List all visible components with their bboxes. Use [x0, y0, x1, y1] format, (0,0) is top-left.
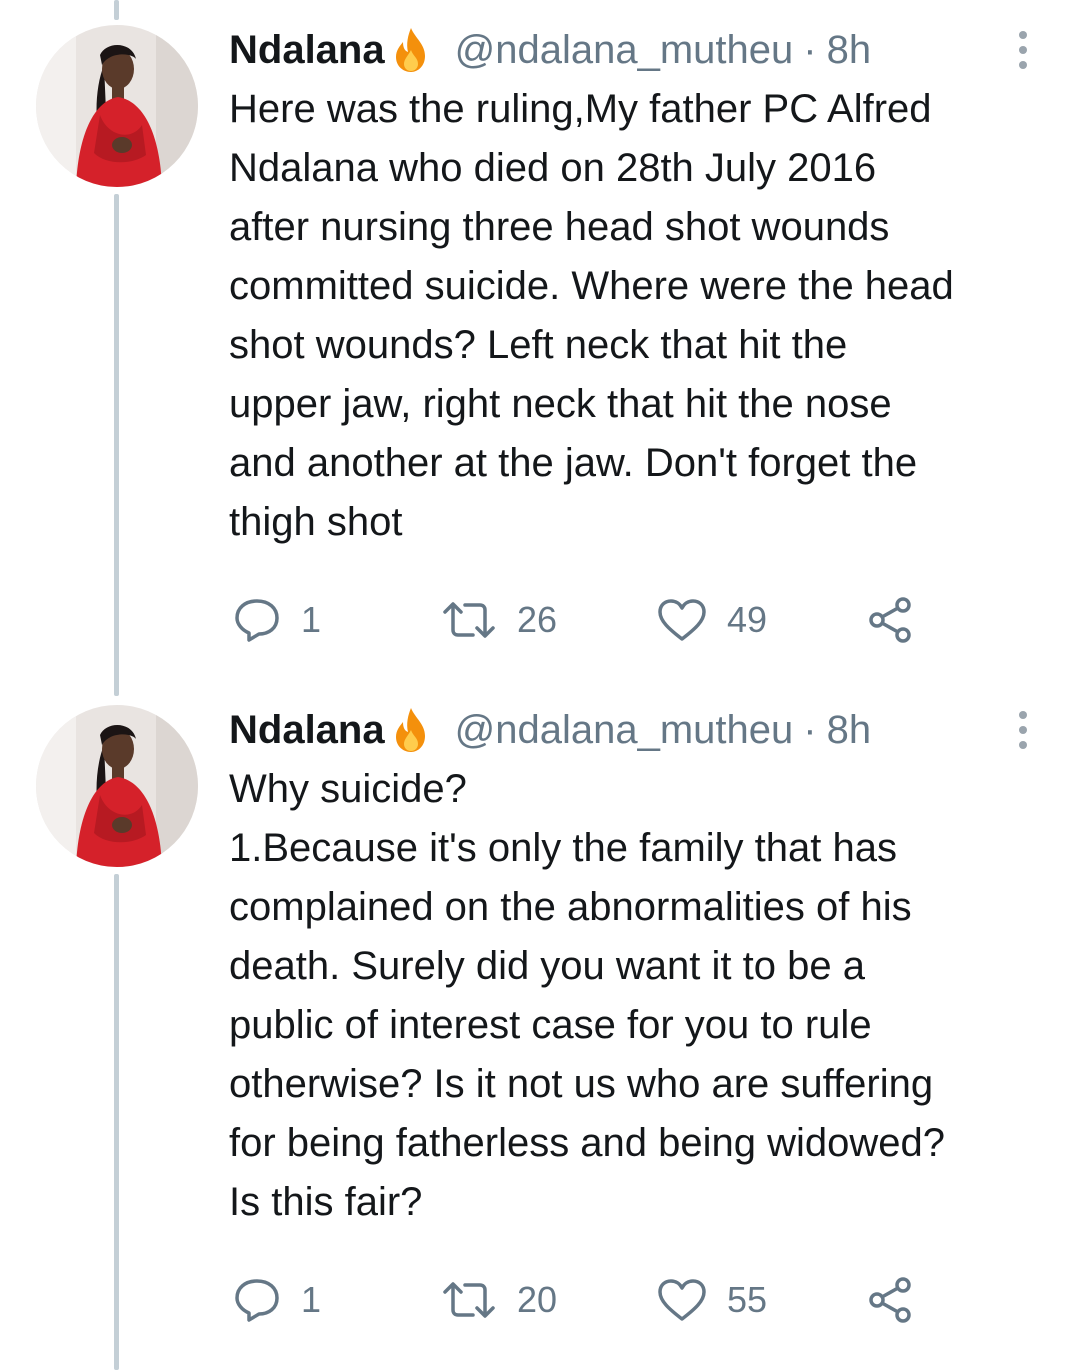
retweet-button[interactable]: 20 [441, 1270, 557, 1330]
fire-icon [395, 28, 425, 72]
tweet-thread: Ndalana @ndalana_mutheu · 8h Here was th… [0, 0, 1080, 1370]
timestamp[interactable]: 8h [827, 700, 872, 760]
tweet-header: Ndalana @ndalana_mutheu · 8h [229, 20, 1059, 80]
reply-icon [235, 1279, 279, 1322]
tweet-text-line: Here was the ruling,My father PC Alfred [229, 87, 932, 131]
avatar-image [36, 705, 198, 867]
tweet-text-line: and another at the jaw. Don't forget the [229, 441, 918, 485]
tweet-content: Ndalana @ndalana_mutheu · 8h Why suicide… [229, 700, 1059, 1330]
author-handle[interactable]: @ndalana_mutheu [455, 700, 794, 760]
share-icon [869, 1277, 911, 1323]
more-options-icon[interactable] [1017, 710, 1029, 750]
thread-connector-line [114, 194, 119, 696]
heart-icon [658, 599, 706, 641]
tweet-text-line: for being fatherless and being widowed? [229, 1121, 946, 1165]
avatar-image [36, 25, 198, 187]
tweet-text-line: otherwise? Is it not us who are sufferin… [229, 1062, 934, 1106]
avatar[interactable] [36, 705, 198, 867]
reply-count: 1 [301, 1279, 322, 1320]
tweet-header: Ndalana @ndalana_mutheu · 8h [229, 700, 1059, 760]
tweet-text-line: death. Surely did you want it to be a [229, 944, 865, 988]
avatar[interactable] [36, 25, 198, 187]
timestamp[interactable]: 8h [827, 20, 872, 80]
thread-connector-line [114, 0, 119, 20]
separator-dot: · [803, 28, 817, 72]
tweet-text-line: upper jaw, right neck that hit the nose [229, 382, 892, 426]
retweet-icon [443, 1282, 495, 1318]
tweet-text-line: thigh shot [229, 500, 403, 544]
tweet-content: Ndalana @ndalana_mutheu · 8h Here was th… [229, 20, 1059, 650]
author-name[interactable]: Ndalana [229, 700, 385, 760]
share-icon [869, 597, 911, 643]
reply-icon [235, 599, 279, 642]
tweet-text-line: committed suicide. Where were the head [229, 264, 954, 308]
tweet-text-line: after nursing three head shot wounds [229, 205, 890, 249]
heart-icon [658, 1279, 706, 1321]
like-count: 49 [727, 599, 768, 640]
tweet-actions: 1 26 49 [229, 590, 1059, 650]
share-button[interactable] [867, 590, 915, 650]
thread-connector-line [114, 874, 119, 1370]
like-button[interactable]: 55 [657, 1270, 767, 1330]
retweet-icon [443, 602, 495, 638]
tweet-text-line: Why suicide? [229, 767, 467, 811]
reply-count: 1 [301, 599, 322, 640]
share-button[interactable] [867, 1270, 915, 1330]
like-button[interactable]: 49 [657, 590, 767, 650]
like-count: 55 [727, 1279, 768, 1320]
retweet-count: 26 [517, 599, 558, 640]
tweet-text-line: Is this fair? [229, 1180, 423, 1224]
separator-dot: · [803, 708, 817, 752]
tweet-text-line: 1.Because it's only the family that has [229, 826, 897, 870]
tweet-text-line: complained on the abnormalities of his [229, 885, 912, 929]
tweet-text-line: public of interest case for you to rule [229, 1003, 872, 1047]
fire-icon [395, 708, 425, 752]
reply-button[interactable]: 1 [233, 590, 321, 650]
retweet-count: 20 [517, 1279, 558, 1320]
more-options-icon[interactable] [1017, 30, 1029, 70]
tweet-text: Here was the ruling,My father PC Alfred … [229, 80, 1059, 552]
reply-button[interactable]: 1 [233, 1270, 321, 1330]
tweet-text-line: Ndalana who died on 28th July 2016 [229, 146, 877, 190]
retweet-button[interactable]: 26 [441, 590, 557, 650]
author-handle[interactable]: @ndalana_mutheu [455, 20, 794, 80]
tweet-actions: 1 20 55 [229, 1270, 1059, 1330]
tweet-text-line: shot wounds? Left neck that hit the [229, 323, 848, 367]
author-name[interactable]: Ndalana [229, 20, 385, 80]
tweet-text: Why suicide? 1.Because it's only the fam… [229, 760, 1059, 1232]
